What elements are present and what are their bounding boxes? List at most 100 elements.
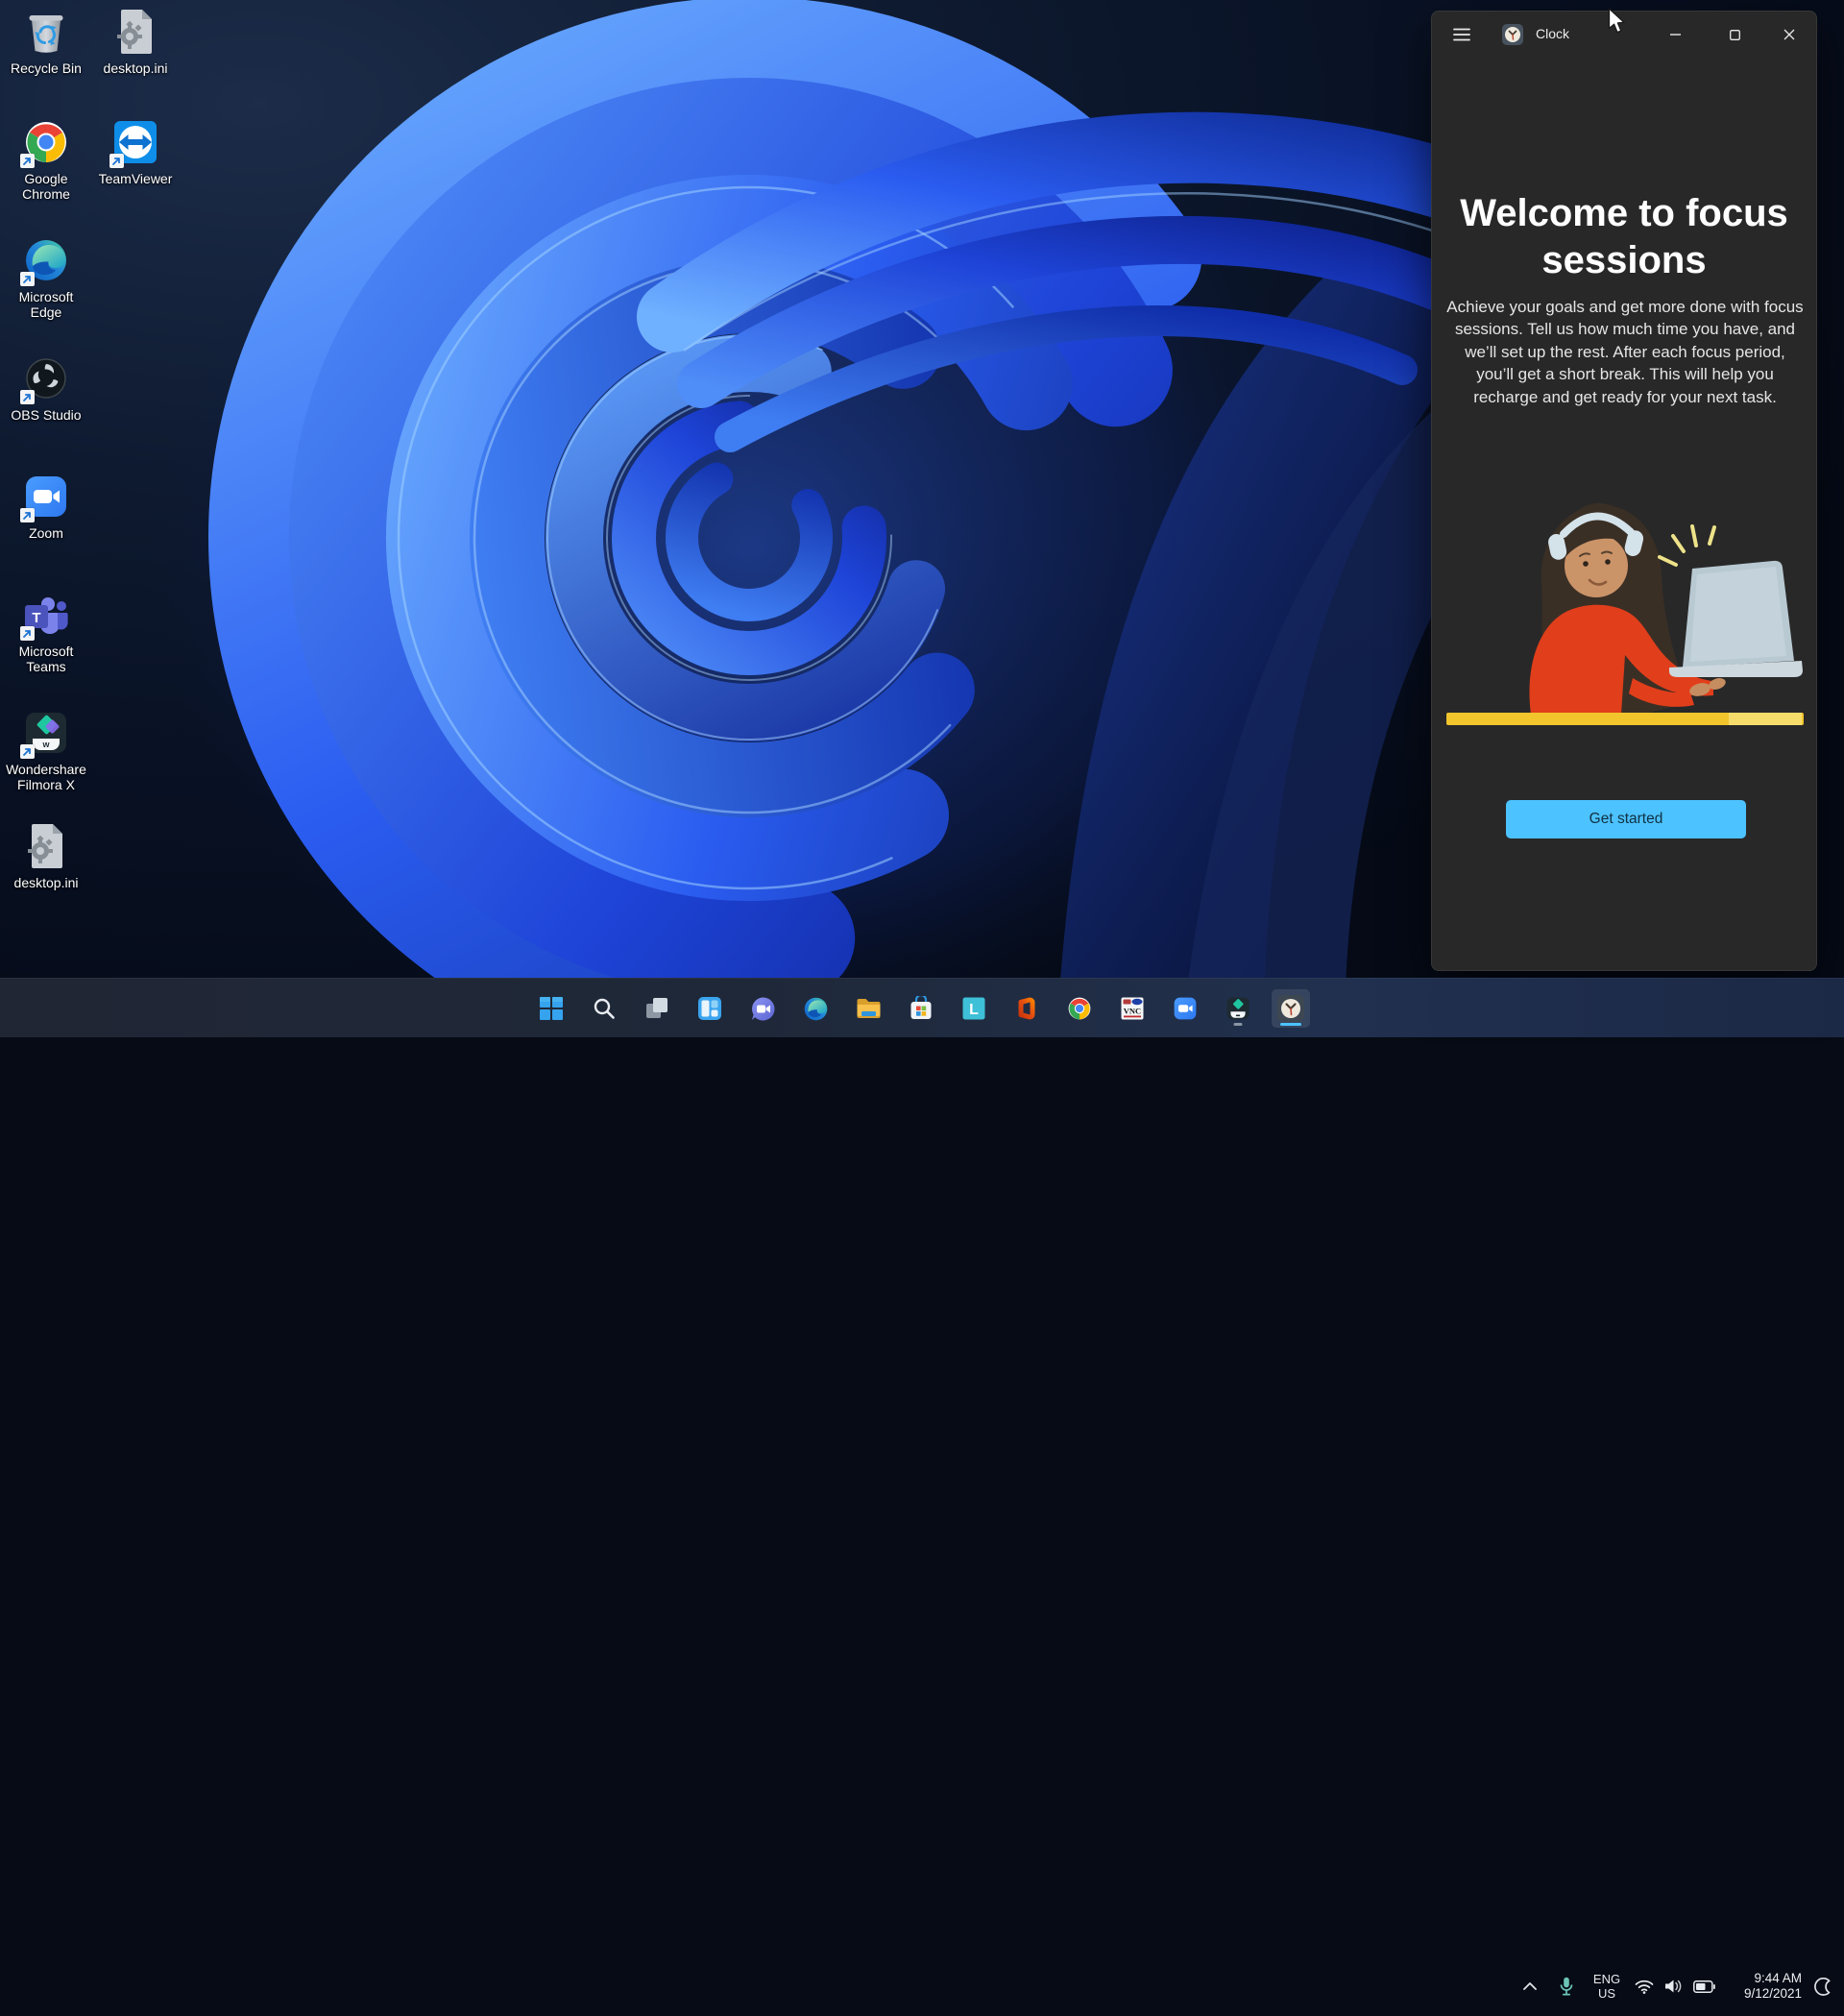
desktop: Recycle Bin [0, 0, 1844, 1037]
close-icon [1783, 29, 1795, 40]
desktop-icon-label: OBS Studio [11, 407, 81, 423]
moon-icon [1814, 1978, 1832, 1996]
language-line1: ENG [1593, 1972, 1620, 1986]
filmora-taskbar-button[interactable] [1219, 989, 1257, 1028]
start-button[interactable] [532, 989, 570, 1028]
vnc-viewer-button[interactable]: VNC [1113, 989, 1152, 1028]
shortcut-arrow-icon [20, 154, 35, 168]
desktop-icon-teamviewer[interactable]: TeamViewer [91, 118, 180, 186]
desktop-icon-recycle-bin[interactable]: Recycle Bin [2, 8, 90, 76]
taskbar-icon-group: L [532, 989, 1310, 1028]
chrome-button[interactable] [1060, 989, 1099, 1028]
obs-icon [22, 354, 70, 402]
chrome-icon [1067, 996, 1092, 1021]
shortcut-arrow-icon [20, 626, 35, 641]
ini-file-icon [22, 822, 70, 870]
ini-file-icon [111, 8, 159, 56]
desktop-icon-label: desktop.ini [104, 61, 168, 76]
focus-sessions-illustration [1444, 473, 1806, 730]
microphone-tray-button[interactable] [1548, 1965, 1585, 2007]
svg-text:w: w [41, 740, 50, 749]
hidden-icons-button[interactable] [1512, 1965, 1548, 2007]
widgets-icon [697, 996, 722, 1021]
filmora-icon: w [22, 709, 70, 757]
task-view-icon [644, 996, 669, 1021]
focus-assist-button[interactable] [1802, 1965, 1844, 2007]
minimize-icon [1670, 34, 1681, 36]
clock-date-display[interactable]: 9:44 AM 9/12/2021 [1721, 1965, 1802, 2007]
desktop-icon-label: Google Chrome [2, 171, 90, 202]
desktop-icon-label: Recycle Bin [11, 61, 82, 76]
desktop-icon-microsoft-edge[interactable]: Microsoft Edge [2, 236, 90, 320]
filmora-icon [1225, 996, 1250, 1021]
ldplayer-button[interactable]: L [955, 989, 993, 1028]
chat-icon [750, 996, 776, 1022]
widgets-button[interactable] [691, 989, 729, 1028]
hamburger-icon [1453, 28, 1470, 41]
search-button[interactable] [585, 989, 623, 1028]
desktop-icon-microsoft-teams[interactable]: T Microsoft Teams [2, 591, 90, 674]
task-view-button[interactable] [638, 989, 676, 1028]
microphone-icon [1560, 1977, 1573, 1996]
minimize-button[interactable] [1654, 13, 1696, 56]
ldplayer-icon: L [961, 996, 986, 1021]
desktop-icon-label: Wondershare Filmora X [2, 762, 90, 792]
office-icon [1014, 996, 1039, 1021]
desktop-icon-desktop-ini-1[interactable]: desktop.ini [91, 8, 180, 76]
desktop-icon-zoom[interactable]: Zoom [2, 473, 90, 541]
mouse-cursor [1608, 8, 1626, 39]
store-button[interactable] [902, 989, 940, 1028]
start-icon [539, 996, 564, 1021]
focus-sessions-heading: Welcome to focus sessions [1432, 190, 1816, 284]
taskbar: L [0, 978, 1844, 1037]
desktop-icon-label: Zoom [29, 525, 63, 541]
desktop-icon-google-chrome[interactable]: Google Chrome [2, 118, 90, 202]
desktop-icon-wondershare-filmora[interactable]: w Wondershare Filmora X [2, 709, 90, 792]
desktop-icon-label: desktop.ini [14, 875, 79, 890]
close-button[interactable] [1768, 13, 1810, 56]
battery-icon [1693, 1980, 1715, 1993]
edge-icon [22, 236, 70, 284]
chrome-icon [22, 118, 70, 166]
chevron-up-icon [1523, 1982, 1537, 1990]
file-explorer-button[interactable] [849, 989, 887, 1028]
wifi-icon [1635, 1980, 1654, 1994]
shortcut-arrow-icon [20, 390, 35, 404]
network-volume-battery-button[interactable] [1629, 1965, 1721, 2007]
desktop-icon-label: Microsoft Edge [2, 289, 90, 320]
svg-text:VNC: VNC [1124, 1007, 1141, 1016]
clock-app-icon [1502, 24, 1523, 45]
clock-taskbar-button[interactable] [1272, 989, 1310, 1028]
desktop-icon-label: Microsoft Teams [2, 644, 90, 674]
edge-button[interactable] [796, 989, 835, 1028]
office-button[interactable] [1007, 989, 1046, 1028]
zoom-icon [22, 473, 70, 521]
svg-text:T: T [32, 610, 40, 626]
clock-window: Clock Welcome to focus sessions Achieve … [1431, 11, 1817, 971]
desktop-icon-label: TeamViewer [99, 171, 173, 186]
zoom-taskbar-button[interactable] [1166, 989, 1204, 1028]
tray-date: 9/12/2021 [1744, 1986, 1802, 2002]
recycle-bin-icon [22, 8, 70, 56]
desktop-icon-obs-studio[interactable]: OBS Studio [2, 354, 90, 423]
language-indicator[interactable]: ENG US [1585, 1965, 1629, 2007]
language-line2: US [1598, 1986, 1615, 2001]
svg-text:L: L [969, 1002, 979, 1018]
chat-button[interactable] [743, 989, 782, 1028]
zoom-icon [1173, 996, 1198, 1021]
volume-icon [1664, 1979, 1683, 1994]
system-tray: ENG US [1512, 1956, 1844, 2016]
active-indicator [1280, 1023, 1301, 1026]
shortcut-arrow-icon [20, 272, 35, 286]
vnc-viewer-icon: VNC [1120, 996, 1145, 1021]
store-icon [909, 996, 934, 1021]
desktop-icon-desktop-ini-2[interactable]: desktop.ini [2, 822, 90, 890]
get-started-button[interactable]: Get started [1506, 800, 1746, 838]
shortcut-arrow-icon [20, 508, 35, 522]
search-icon [593, 997, 616, 1020]
maximize-button[interactable] [1713, 13, 1756, 56]
tray-time: 9:44 AM [1754, 1971, 1802, 1986]
running-indicator [1234, 1023, 1243, 1026]
file-explorer-icon [856, 996, 882, 1022]
menu-button[interactable] [1443, 15, 1481, 54]
